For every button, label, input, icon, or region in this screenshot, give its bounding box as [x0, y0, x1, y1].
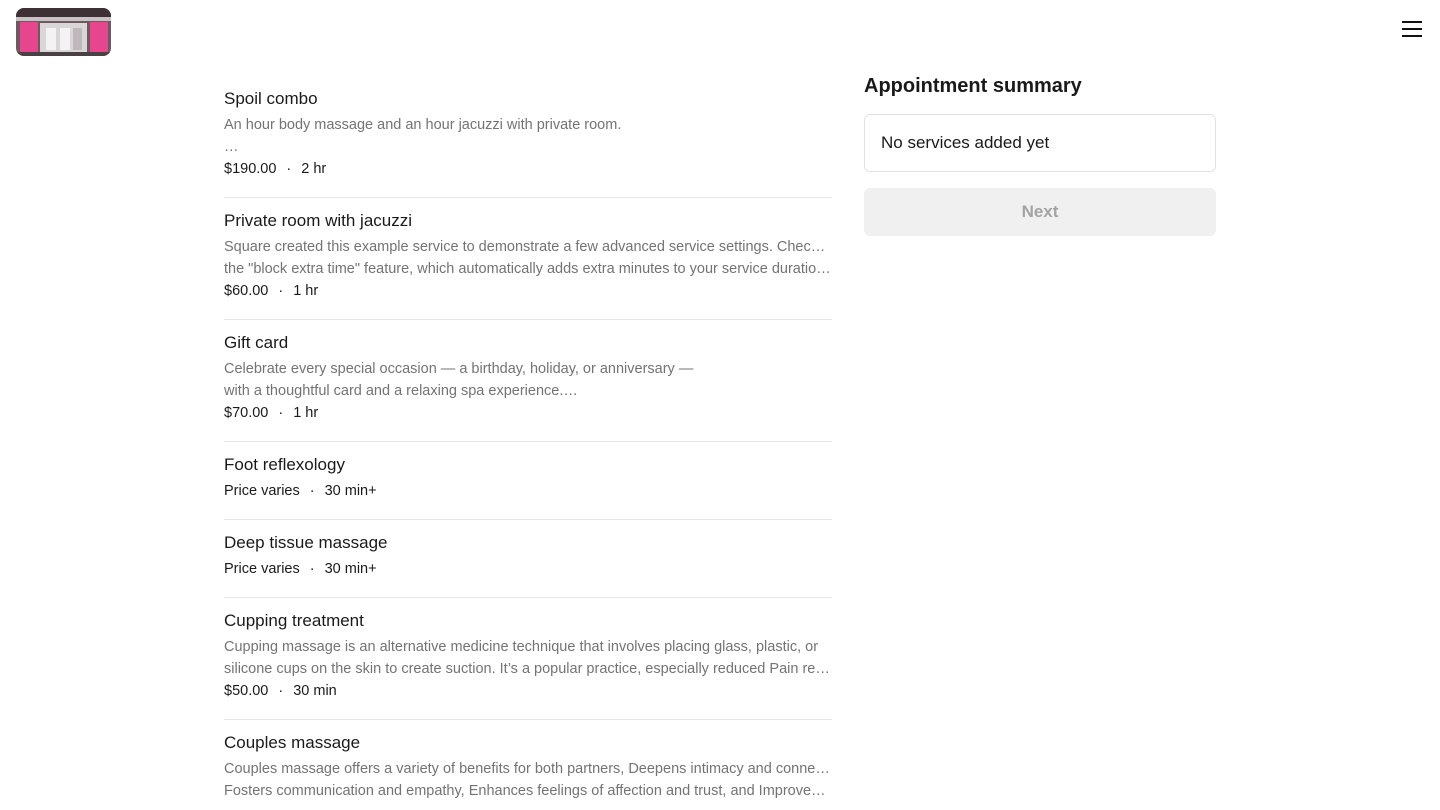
service-meta: Price varies · 30 min+ [224, 480, 832, 502]
summary-empty-text: No services added yet [881, 133, 1050, 152]
service-price: $190.00 [224, 161, 277, 177]
appointment-summary: Appointment summary No services added ye… [864, 72, 1216, 236]
service-description-line: Square created this example service to d… [224, 239, 832, 255]
service-name: Foot reflexology [224, 455, 345, 474]
service-meta: $60.00 · 1 hr [224, 280, 832, 302]
menu-line [1402, 35, 1422, 37]
service-name: Spoil combo [224, 89, 318, 108]
menu-line [1402, 28, 1422, 30]
service-description-line: An hour body massage and an hour jacuzzi… [224, 117, 622, 133]
business-logo[interactable] [16, 8, 111, 56]
service-description-line: … [224, 139, 239, 155]
separator-dot: · [278, 683, 284, 699]
service-meta: $190.00 · 2 hr [224, 158, 832, 180]
service-duration: 2 hr [301, 161, 327, 177]
service-description-line: Couples massage offers a variety of bene… [224, 761, 832, 777]
service-item[interactable]: Deep tissue massage Price varies · 30 min+ [224, 520, 832, 598]
service-name: Gift card [224, 333, 289, 352]
service-description: Celebrate every special occasion — a bir… [224, 358, 832, 402]
service-name: Deep tissue massage [224, 533, 388, 552]
separator-dot: · [286, 161, 292, 177]
service-item[interactable]: Couples massage Couples massage offers a … [224, 720, 832, 810]
service-item[interactable]: Foot reflexology Price varies · 30 min+ [224, 442, 832, 520]
separator-dot: · [278, 283, 284, 299]
service-item[interactable]: Gift card Celebrate every special occasio… [224, 320, 832, 442]
service-duration: 30 min+ [324, 483, 377, 499]
service-price: $50.00 [224, 683, 269, 699]
service-price: $70.00 [224, 405, 269, 421]
menu-line [1402, 21, 1422, 23]
service-duration: 30 min+ [324, 561, 377, 577]
summary-empty-state: No services added yet [864, 114, 1216, 172]
service-description-line: Fosters communication and empathy, Enhan… [224, 783, 832, 799]
separator-dot: · [278, 405, 284, 421]
service-name: Private room with jacuzzi [224, 211, 413, 230]
service-name: Couples massage [224, 733, 361, 752]
service-description-line: Cupping massage is an alternative medici… [224, 639, 819, 655]
service-meta: $50.00 · 30 min [224, 680, 832, 702]
service-item[interactable]: Spoil combo An hour body massage and an h… [224, 76, 832, 198]
separator-dot: · [309, 561, 315, 577]
storefront-image [16, 8, 111, 56]
next-button[interactable]: Next [864, 188, 1216, 236]
service-description: An hour body massage and an hour jacuzzi… [224, 114, 832, 158]
service-description-line: silicone cups on the skin to create suct… [224, 661, 832, 677]
service-item[interactable]: Cupping treatment Cupping massage is an a… [224, 598, 832, 720]
summary-title: Appointment summary [864, 75, 1082, 97]
service-item[interactable]: Private room with jacuzzi Square created … [224, 198, 832, 320]
service-description-line: Celebrate every special occasion — a bir… [224, 361, 694, 377]
service-description: Square created this example service to d… [224, 236, 832, 280]
service-description: Couples massage offers a variety of bene… [224, 758, 832, 802]
service-name: Cupping treatment [224, 611, 364, 630]
service-price: $60.00 [224, 283, 269, 299]
service-description-line: with a thoughtful card and a relaxing sp… [224, 383, 578, 399]
service-description: Cupping massage is an alternative medici… [224, 636, 832, 680]
service-list: Spoil combo An hour body massage and an h… [224, 76, 832, 810]
hamburger-menu-icon[interactable] [1400, 18, 1424, 40]
service-price: Price varies [224, 483, 300, 499]
service-duration: 30 min [293, 683, 337, 699]
service-duration: 1 hr [293, 405, 319, 421]
service-meta: Price varies · 30 min+ [224, 558, 832, 580]
service-duration: 1 hr [293, 283, 319, 299]
separator-dot: · [309, 483, 315, 499]
service-price: Price varies [224, 561, 300, 577]
service-description-line: the "block extra time" feature, which au… [224, 261, 832, 277]
service-meta: $70.00 · 1 hr [224, 402, 832, 424]
